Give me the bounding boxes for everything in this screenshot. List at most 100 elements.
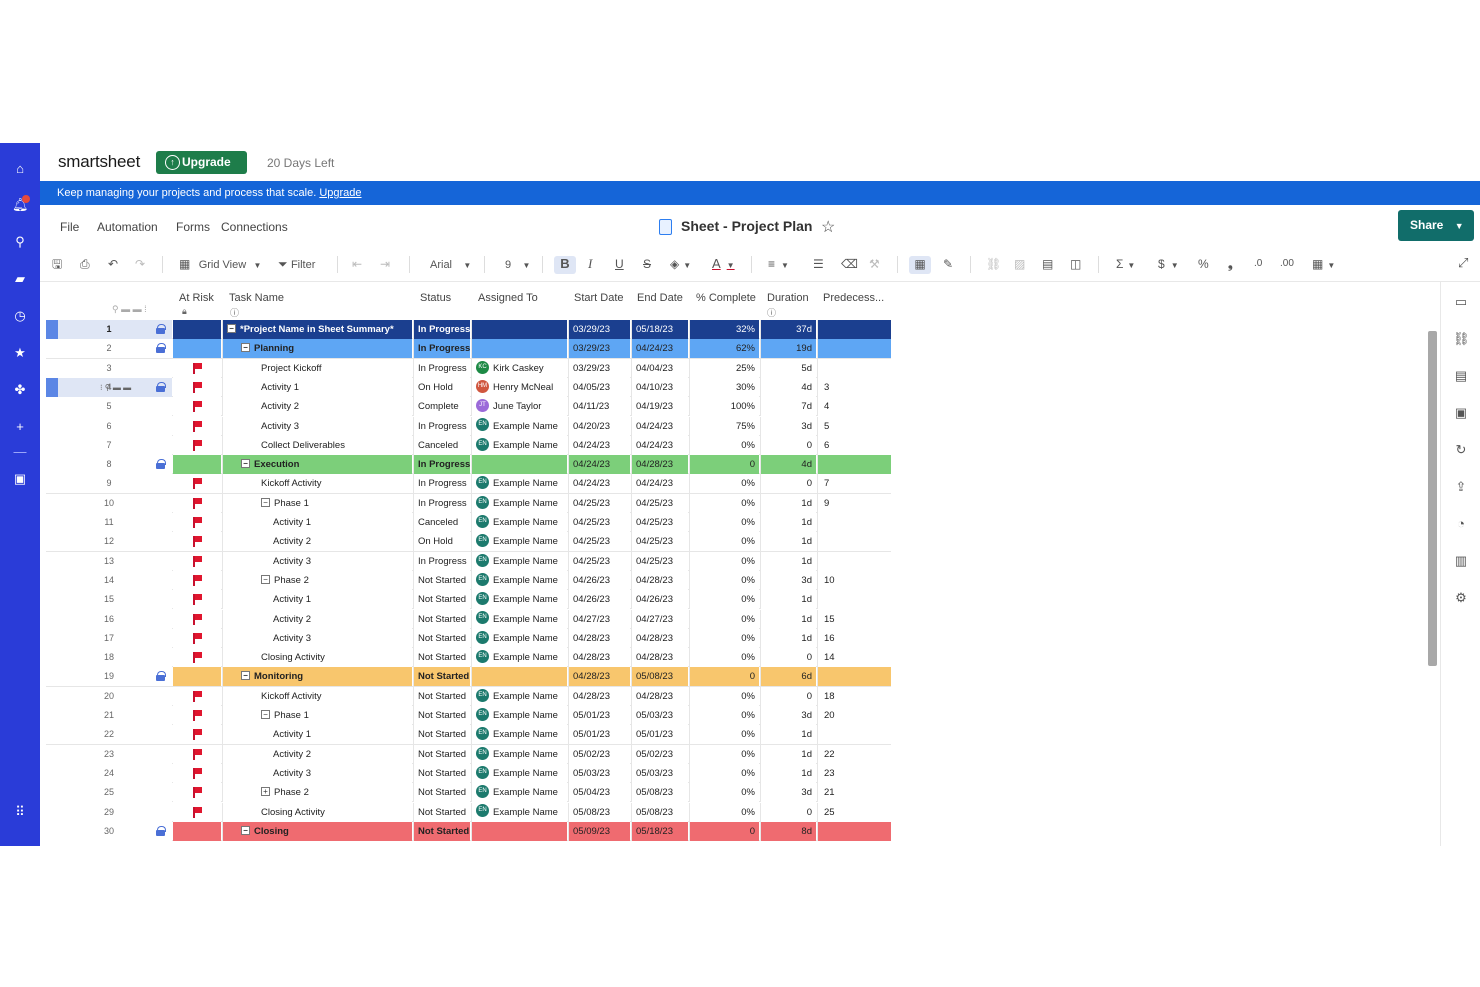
duration-cell[interactable]: 3d (760, 706, 816, 725)
start-date-cell[interactable]: 04/05/23 (568, 377, 630, 397)
duration-cell[interactable]: 3d (760, 570, 816, 590)
print-icon[interactable]: ⎙ (80, 256, 90, 274)
lock-icon[interactable] (156, 343, 166, 354)
row-number[interactable]: 15 (46, 590, 172, 610)
table-row[interactable]: 29 Closing Activity Not Started EN Example N… (46, 802, 891, 822)
assigned-to-cell[interactable]: EN Example Name (471, 686, 567, 706)
browse-folder-icon[interactable]: ▰ (12, 271, 28, 287)
duration-cell[interactable]: 1d (760, 628, 816, 648)
at-risk-flag-icon[interactable] (193, 806, 202, 818)
row-number[interactable]: 23 (46, 744, 172, 764)
lock-icon[interactable] (156, 825, 166, 836)
task-name-cell[interactable]: Activity 1 (222, 513, 412, 532)
predecessors-cell[interactable]: 20 (817, 706, 891, 725)
duration-cell[interactable]: 3d (760, 416, 816, 436)
start-date-cell[interactable]: 04/26/23 (568, 590, 630, 610)
smartsheet-logo[interactable]: smartsheet (58, 152, 140, 172)
favorites-star-icon[interactable]: ★ (12, 345, 28, 361)
end-date-cell[interactable]: 04/28/23 (631, 648, 688, 668)
table-row[interactable]: 14 − Phase 2 Not Started EN Example Name 04/26… (46, 570, 891, 591)
table-row[interactable]: 30 − Closing Not Started 05/09/23 05/18/23 0 8d (46, 821, 891, 842)
predecessors-cell[interactable] (817, 551, 891, 571)
status-cell[interactable]: Not Started (413, 609, 470, 629)
grid-lines-icon[interactable]: ▦ (909, 256, 931, 274)
start-date-cell[interactable]: 04/20/23 (568, 416, 630, 436)
table-row[interactable]: 25 + Phase 2 Not Started EN Example Name 05/04… (46, 783, 891, 803)
task-name-cell[interactable]: − Execution (222, 455, 412, 475)
end-date-cell[interactable]: 04/26/23 (631, 590, 688, 610)
at-risk-cell[interactable] (173, 435, 221, 455)
create-plus-icon[interactable]: + (12, 419, 28, 435)
duration-cell[interactable]: 1d (760, 493, 816, 513)
table-row[interactable]: 6 Activity 3 In Progress EN Example Name 04/2… (46, 416, 891, 436)
task-name-cell[interactable]: Activity 3 (222, 551, 412, 571)
percent-complete-cell[interactable]: 0% (689, 551, 759, 571)
recents-clock-icon[interactable]: ◷ (12, 308, 28, 324)
assigned-to-cell[interactable]: EN Example Name (471, 744, 567, 764)
table-row[interactable]: 13 Activity 3 In Progress EN Example Name 04/… (46, 551, 891, 571)
start-date-cell[interactable]: 03/29/23 (568, 358, 630, 378)
solution-center-icon[interactable]: ▣ (12, 471, 28, 487)
at-risk-flag-icon[interactable] (193, 710, 202, 721)
task-name-cell[interactable]: Closing Activity (222, 648, 412, 668)
duration-cell[interactable]: 0 (760, 474, 816, 494)
status-cell[interactable]: Not Started (413, 783, 470, 803)
duration-cell[interactable]: 8d (760, 821, 816, 841)
row-number[interactable]: 5 (46, 397, 172, 417)
underline-icon[interactable]: U (615, 256, 624, 274)
row-number[interactable]: 8 (46, 455, 172, 475)
row-number[interactable]: 10 (46, 493, 172, 513)
at-risk-flag-icon[interactable] (193, 497, 202, 509)
at-risk-cell[interactable] (173, 763, 221, 783)
duration-cell[interactable]: 0 (760, 435, 816, 455)
predecessors-cell[interactable]: 18 (817, 686, 891, 706)
end-date-cell[interactable]: 04/28/23 (631, 455, 688, 475)
lock-icon[interactable] (156, 381, 166, 392)
end-date-cell[interactable]: 04/24/23 (631, 474, 688, 494)
assigned-to-cell[interactable] (471, 455, 567, 475)
end-date-cell[interactable]: 04/28/23 (631, 570, 688, 590)
percent-complete-cell[interactable]: 0% (689, 744, 759, 764)
align-icon[interactable]: ≡ ▼ (768, 256, 789, 274)
at-risk-cell[interactable] (173, 706, 221, 725)
row-number[interactable]: 14 (46, 570, 172, 590)
at-risk-cell[interactable] (173, 493, 221, 513)
status-cell[interactable]: In Progress (413, 339, 470, 359)
assigned-to-cell[interactable]: EN Example Name (471, 513, 567, 532)
predecessors-cell[interactable]: 14 (817, 648, 891, 668)
end-date-cell[interactable]: 04/24/23 (631, 339, 688, 359)
home-icon[interactable]: ⌂ (12, 161, 28, 177)
predecessors-cell[interactable] (817, 725, 891, 745)
row-number[interactable]: 11 (46, 513, 172, 532)
predecessors-cell[interactable] (817, 513, 891, 532)
table-row[interactable]: 10 − Phase 1 In Progress EN Example Name 04/25… (46, 493, 891, 513)
percent-complete-cell[interactable]: 0% (689, 474, 759, 494)
row-number[interactable]: 30 (46, 821, 172, 841)
start-date-cell[interactable]: 04/28/23 (568, 628, 630, 648)
favorite-star-icon[interactable]: ☆ (821, 217, 835, 237)
task-name-cell[interactable]: Closing Activity (222, 802, 412, 822)
percent-complete-cell[interactable]: 0% (689, 532, 759, 552)
table-row[interactable]: 22 Activity 1 Not Started EN Example Name 05/… (46, 725, 891, 745)
assigned-to-cell[interactable]: EN Example Name (471, 474, 567, 494)
summary-icon[interactable]: ▣ (1453, 405, 1469, 421)
table-row[interactable]: 21 − Phase 1 Not Started EN Example Name 05/01… (46, 706, 891, 726)
task-name-cell[interactable]: Activity 2 (222, 744, 412, 764)
end-date-cell[interactable]: 05/03/23 (631, 706, 688, 725)
predecessors-cell[interactable] (817, 358, 891, 378)
start-date-cell[interactable]: 05/02/23 (568, 744, 630, 764)
at-risk-cell[interactable] (173, 802, 221, 822)
at-risk-flag-icon[interactable] (193, 439, 202, 451)
row-number[interactable]: 7 (46, 435, 172, 455)
at-risk-flag-icon[interactable] (193, 381, 202, 393)
start-date-cell[interactable]: 04/25/23 (568, 551, 630, 571)
column-header-predecessors[interactable]: Predecess... (823, 292, 884, 304)
duration-cell[interactable]: 0 (760, 648, 816, 668)
start-date-cell[interactable]: 04/24/23 (568, 455, 630, 475)
collapse-toggle-icon[interactable]: − (241, 671, 250, 681)
task-name-cell[interactable]: + Phase 2 (222, 783, 412, 803)
start-date-cell[interactable]: 04/25/23 (568, 493, 630, 513)
assigned-to-cell[interactable]: EN Example Name (471, 783, 567, 803)
percent-complete-cell[interactable]: 0 (689, 667, 759, 687)
table-row[interactable]: 16 Activity 2 Not Started EN Example Name 04/… (46, 609, 891, 629)
